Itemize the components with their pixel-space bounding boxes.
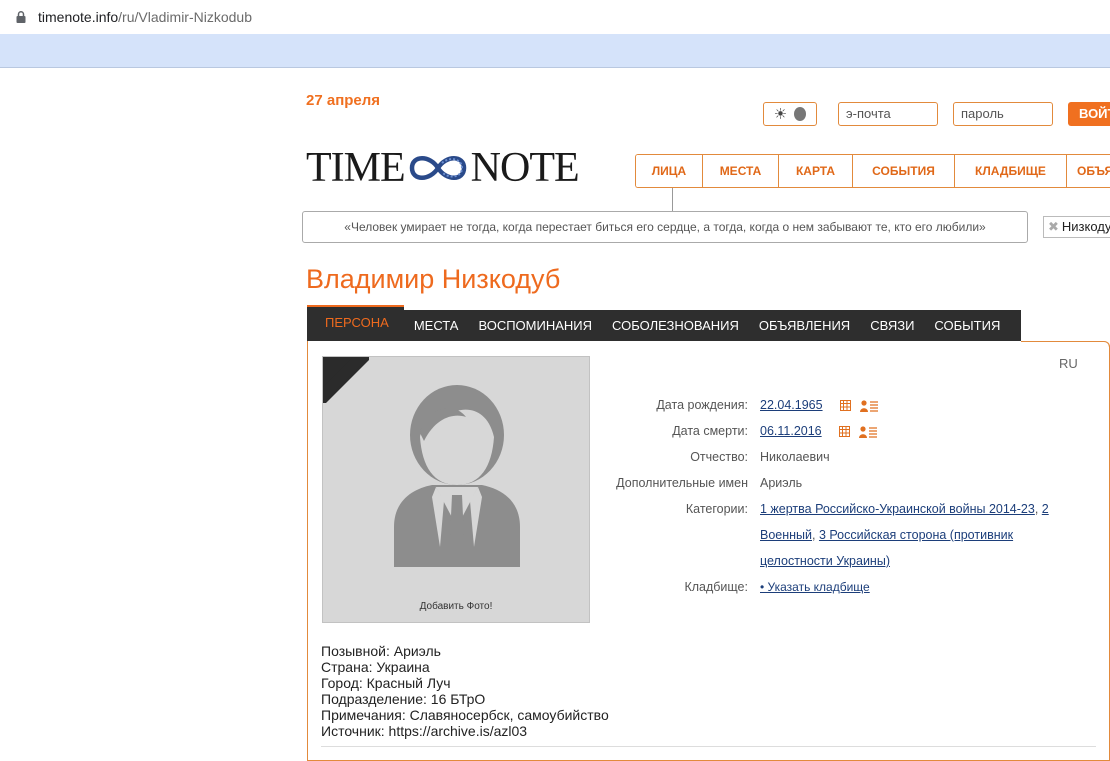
tab-person[interactable]: ПЕРСОНА <box>307 305 404 341</box>
nav-item-events[interactable]: СОБЫТИЯ <box>853 155 955 187</box>
nav-item-places[interactable]: МЕСТА <box>703 155 779 187</box>
nav-item-faces[interactable]: ЛИЦА <box>636 155 703 187</box>
set-cemetery-link[interactable]: • Указать кладбище <box>760 580 870 594</box>
close-icon[interactable]: ✖ <box>1048 219 1059 234</box>
detail-unit: Подразделение: 16 БТрО <box>321 691 486 707</box>
nav-item-announcements[interactable]: ОБЪЯВЛЕНИЯ <box>1067 155 1110 187</box>
url-path: /ru/Vladimir-Nizkodub <box>118 9 252 25</box>
detail-city: Город: Красный Луч <box>321 675 451 691</box>
add-photo-label[interactable]: Добавить Фото! <box>323 601 589 612</box>
label-spacer <box>580 522 748 574</box>
death-row: 06.11.2016 <box>760 418 1090 444</box>
detail-notes: Примечания: Славяносербск, самоубийство <box>321 707 609 723</box>
password-input[interactable]: пароль <box>953 102 1053 126</box>
calendar-icon[interactable] <box>840 399 852 411</box>
panel-top-corner <box>1096 341 1110 355</box>
extra-names-value: Ариэль <box>760 476 803 490</box>
moon-icon <box>794 107 807 121</box>
tab-memories[interactable]: ВОСПОМИНАНИЯ <box>468 310 602 341</box>
nav-item-map[interactable]: КАРТА <box>779 155 853 187</box>
search-chip[interactable]: ✖Низкодуб <box>1043 216 1110 238</box>
patronymic-value: Николаевич <box>760 450 830 464</box>
cemetery-value: • Указать кладбище <box>760 574 1090 600</box>
person-details: Позывной: Ариэль Страна: Украина Город: … <box>321 643 609 739</box>
lock-icon <box>16 11 26 23</box>
category-link-1[interactable]: 1 жертва Российско-Украинской войны 2014… <box>760 502 1035 516</box>
detail-country: Страна: Украина <box>321 659 430 675</box>
login-button[interactable]: ВОЙТИ <box>1068 102 1110 126</box>
logo-text-left: TIME <box>306 145 406 191</box>
mourning-ribbon-icon <box>323 357 369 403</box>
language-switch[interactable]: RU <box>1059 356 1078 371</box>
current-date: 27 апреля <box>306 92 381 109</box>
main-nav-viewport: ЛИЦА МЕСТА КАРТА СОБЫТИЯ КЛАДБИЩЕ ОБЪЯВЛ… <box>635 150 1110 194</box>
email-input[interactable]: э-почта <box>838 102 938 126</box>
url-host: timenote.info <box>38 9 119 25</box>
site-logo[interactable]: TIME NOTE <box>306 145 580 191</box>
cemetery-label: Кладбище: <box>684 580 748 594</box>
search-chip-label: Низкодуб <box>1061 219 1110 234</box>
info-labels: Дата рождения: Дата смерти: Отчество: До… <box>580 392 748 600</box>
person-list-icon[interactable] <box>859 426 878 438</box>
info-values: 22.04.1965 06.11.2016 Николаевич Ариэль … <box>760 392 1090 600</box>
detail-callsign: Позывной: Ариэль <box>321 643 441 659</box>
birth-date-link[interactable]: 22.04.1965 <box>760 398 823 412</box>
theme-toggle[interactable]: ☀ <box>763 102 817 126</box>
bookmark-bar <box>0 34 1110 68</box>
calendar-icon[interactable] <box>839 425 851 437</box>
tab-condolences[interactable]: СОБОЛЕЗНОВАНИЯ <box>602 310 749 341</box>
details-divider <box>321 746 1096 747</box>
tab-events[interactable]: СОБЫТИЯ <box>924 310 1010 341</box>
avatar-silhouette-icon <box>394 385 520 567</box>
categories-value: 1 жертва Российско-Украинской войны 2014… <box>760 502 1049 568</box>
person-list-icon[interactable] <box>860 400 879 412</box>
extra-names-label: Дополнительные имен <box>616 476 748 490</box>
address-bar[interactable]: timenote.info/ru/Vladimir-Nizkodub <box>0 0 1110 34</box>
death-date-link[interactable]: 06.11.2016 <box>760 424 822 438</box>
categories-label: Категории: <box>685 502 748 516</box>
sun-icon: ☀ <box>773 105 788 123</box>
person-name: Владимир Низкодуб <box>306 264 561 294</box>
photo-placeholder[interactable]: Добавить Фото! <box>322 356 590 623</box>
logo-text-right: NOTE <box>470 145 580 191</box>
death-label: Дата смерти: <box>672 424 748 438</box>
url-text[interactable]: timenote.info/ru/Vladimir-Nizkodub <box>38 9 252 25</box>
patronymic-label: Отчество: <box>690 450 748 464</box>
tab-places[interactable]: МЕСТА <box>404 310 469 341</box>
birth-row: 22.04.1965 <box>760 392 1090 418</box>
quote-banner: «Человек умирает не тогда, когда переста… <box>302 211 1028 243</box>
detail-source: Источник: https://archive.is/azl03 <box>321 723 528 739</box>
tab-connections[interactable]: СВЯЗИ <box>860 310 924 341</box>
quote-connector <box>672 188 673 211</box>
person-tabs: ПЕРСОНА МЕСТА ВОСПОМИНАНИЯ СОБОЛЕЗНОВАНИ… <box>307 305 1021 341</box>
birth-label: Дата рождения: <box>656 398 748 412</box>
panel-top-border <box>1021 341 1103 342</box>
tab-announcements[interactable]: ОБЪЯВЛЕНИЯ <box>749 310 860 341</box>
infinity-icon <box>409 156 466 180</box>
main-nav: ЛИЦА МЕСТА КАРТА СОБЫТИЯ КЛАДБИЩЕ ОБЪЯВЛ… <box>635 154 1110 188</box>
nav-item-cemetery[interactable]: КЛАДБИЩЕ <box>955 155 1067 187</box>
